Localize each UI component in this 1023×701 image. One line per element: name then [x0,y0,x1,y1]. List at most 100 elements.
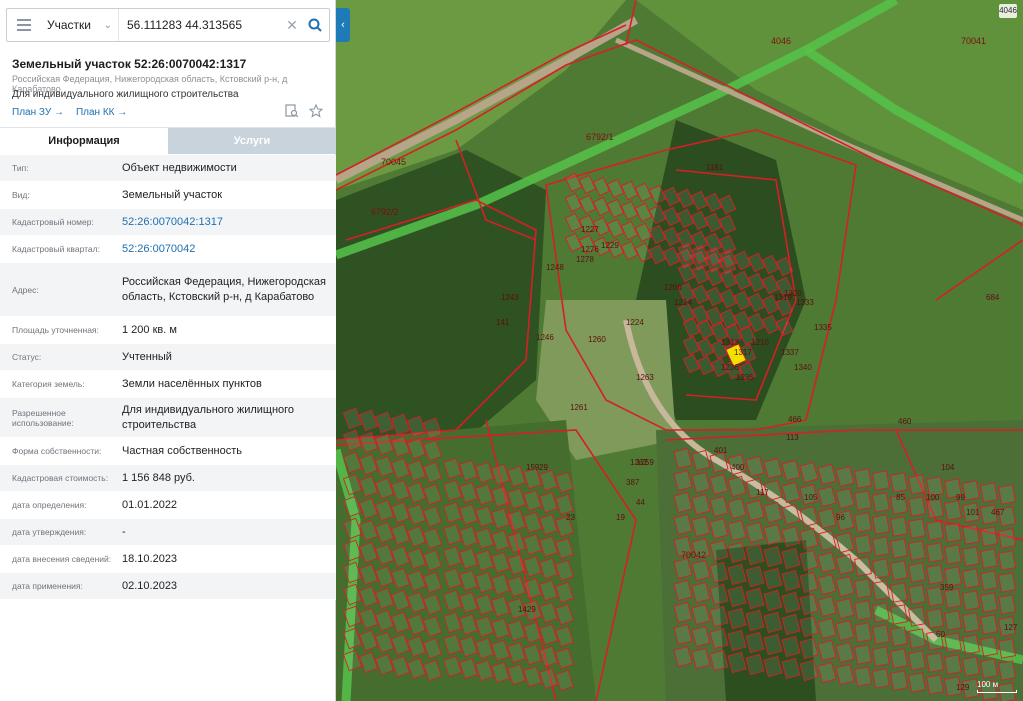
plot-outline [872,470,890,491]
info-row: Категория земель: Земли населённых пункто… [0,371,336,398]
search-input[interactable] [119,9,283,41]
info-value: 1 200 кв. м [122,323,177,336]
plot-outline [908,518,926,539]
plot-outline [908,628,926,649]
plot-number-label: 400 [731,463,745,472]
info-row: Тип: Объект недвижимости [0,155,336,182]
plot-number-label: 1263 [636,373,654,382]
plot-outline [872,668,890,689]
plot-outline [962,656,980,677]
scale-label: 100 м [977,680,999,689]
plot-number-label: 1320 [784,289,802,298]
plot-number-label: 1248 [546,263,564,272]
info-value: Земельный участок [122,188,223,201]
info-value: Частная собственность [122,444,243,457]
plot-number-label: 85 [896,493,905,502]
plot-number-label: 1229 [601,241,619,250]
plot-outline [944,522,962,543]
plot-outline [872,558,890,579]
plot-outline [908,562,926,583]
map-canvas[interactable]: 70041 4046 70045 6792/1 6792/2 70042 1181 1260 1… [336,0,1023,701]
info-value: 1 156 848 руб. [122,471,195,484]
info-key: дата определения: [12,500,87,510]
info-row: Кадастровый квартал: 52:26:0070042 [0,236,336,263]
plot-number-label: 1236 [721,363,739,372]
object-actions [285,103,324,118]
plot-number-label: 387 [626,478,640,487]
plot-number-label: 1276 [581,245,599,254]
plan-kk-link[interactable]: План КК → [76,107,127,118]
plot-outline [872,492,890,513]
info-key: дата утверждения: [12,527,87,537]
plot-number-label: 401 [714,446,728,455]
plot-outline [998,638,1016,659]
search-icon[interactable] [301,9,329,41]
plot-number-label: 466 [788,415,802,424]
info-key: Разрешенное использование: [12,407,74,428]
plan-zu-link[interactable]: План ЗУ → [12,107,64,118]
plot-outline [962,568,980,589]
block-label: 70042 [681,550,706,560]
info-key: Статус: [12,352,42,362]
plot-number-label: 1313 [721,338,739,347]
info-row: Адрес: Российская Федерация, Нижегородска… [0,263,336,317]
map-corner-badge[interactable]: 4046 [999,4,1017,18]
plot-outline [854,600,872,621]
plot-number-label: 29 [539,463,548,472]
clear-icon[interactable]: ✕ [283,17,301,34]
plot-outline [962,524,980,545]
tab-services[interactable]: Услуги [168,128,336,154]
plot-number-label: 101 [966,508,980,517]
plot-number-label: 127 [1004,623,1018,632]
info-row: дата утверждения: - [0,519,336,546]
plot-outline [872,602,890,623]
hamburger-menu-icon[interactable] [7,9,41,41]
plot-outline [998,528,1016,549]
info-value-link[interactable]: 52:26:0070042 [122,236,336,262]
plot-outline [872,646,890,667]
object-purpose: Для индивидуального жилищного строительс… [12,89,239,100]
plot-number-label: 117 [756,488,769,497]
plot-outline [890,670,908,691]
plot-outline [998,572,1016,593]
info-row: Статус: Учтенный [0,344,336,371]
info-row: Форма собственности: Частная собственност… [0,438,336,465]
plot-number-label: 1243 [501,293,519,302]
star-icon[interactable] [308,103,324,118]
plot-outline [980,614,998,635]
info-key: Тип: [12,163,29,173]
plot-number-label: 1224 [626,318,644,327]
plot-number-label: 19 [616,513,625,522]
info-row: Вид: Земельный участок [0,182,336,209]
info-value: 01.01.2022 [122,498,178,511]
info-key: Кадастровая стоимость: [12,473,109,483]
plot-outline [944,500,962,521]
info-value-link[interactable]: 52:26:0070042:1317 [122,209,336,235]
object-type-select[interactable]: Участки ⌄ [41,9,119,41]
plot-outline [926,674,944,695]
info-row: Кадастровая стоимость: 1 156 848 руб. [0,465,336,492]
collapse-panel-button[interactable]: ‹ [336,8,350,42]
plot-outline [854,556,872,577]
plot-number-label: 99 [956,493,965,502]
plot-outline [908,606,926,627]
info-key: Категория земель: [12,379,85,389]
plot-outline [908,474,926,495]
plot-number-label: 1246 [536,333,554,342]
plot-outline [944,610,962,631]
plot-outline [872,580,890,601]
cadastral-map[interactable]: 70041 4046 70045 6792/1 6792/2 70042 1181 1260 1… [336,0,1023,701]
search-document-icon[interactable] [285,104,299,118]
tab-information[interactable]: Информация [0,128,168,154]
plot-outline [944,544,962,565]
info-key: Кадастровый квартал: [12,244,100,254]
info-row: дата внесения сведений: 18.10.2023 [0,546,336,573]
object-title: Земельный участок 52:26:0070042:1317 [12,57,247,71]
search-bar: Участки ⌄ ✕ [6,8,330,42]
plot-outline [890,626,908,647]
plot-number-label: 1278 [576,255,594,264]
plot-outline [998,594,1016,615]
plot-number-label: 1214 [674,298,692,307]
plot-outline [908,650,926,671]
plot-number-label: 159 [526,463,540,472]
